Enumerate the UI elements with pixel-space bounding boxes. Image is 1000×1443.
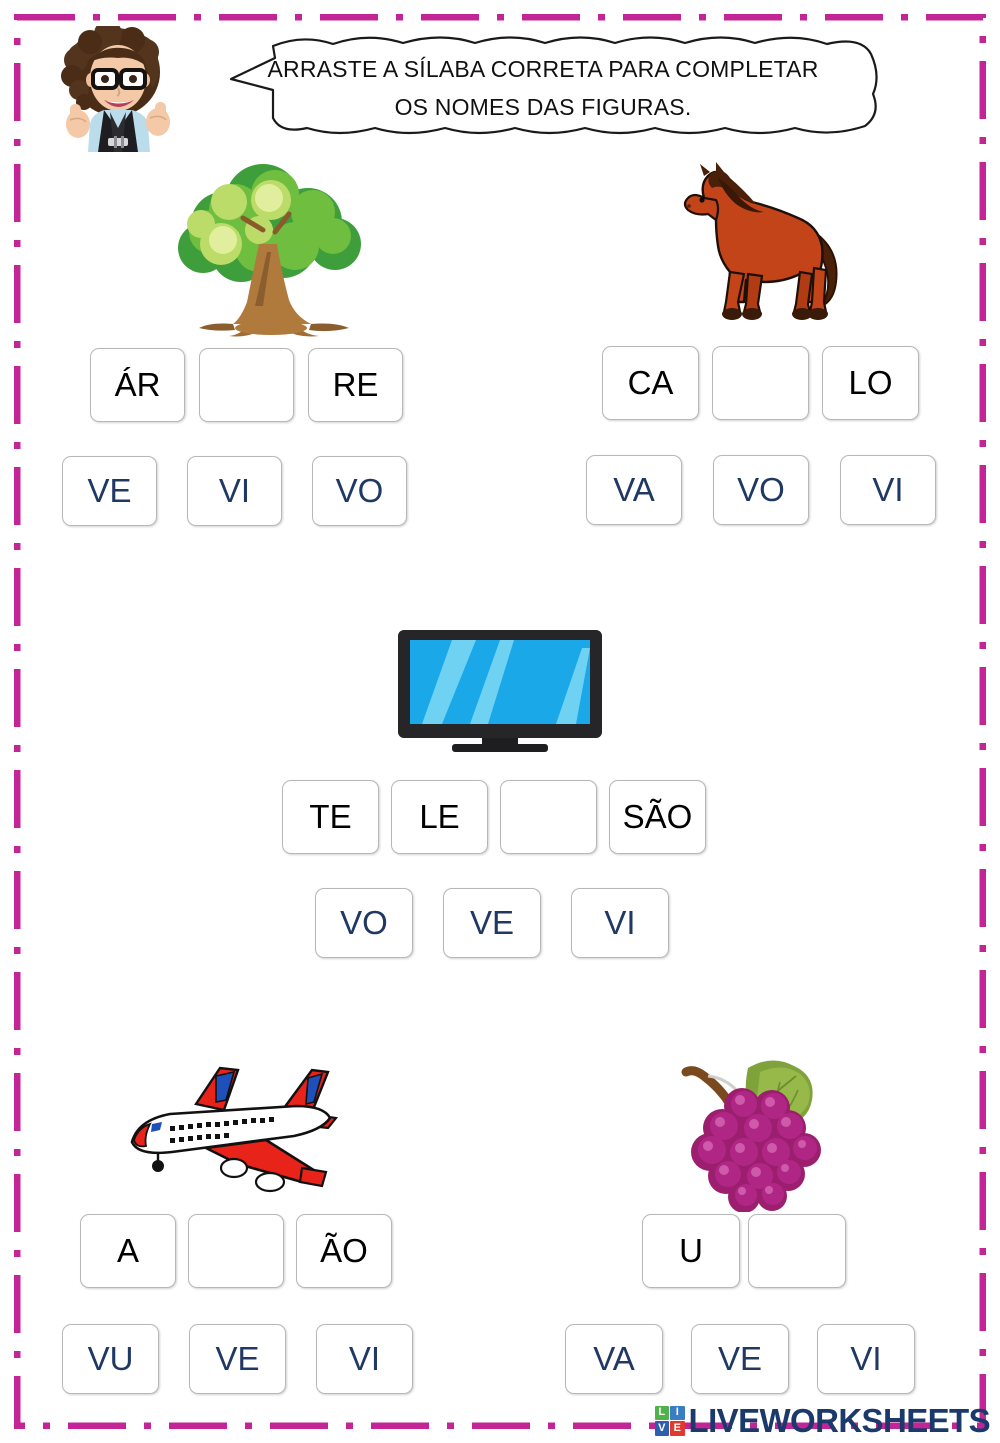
logo-letter-i: I	[670, 1405, 685, 1420]
horse-syllable-box-3: LO	[822, 346, 919, 420]
airplane-syllable-box-3: ÃO	[296, 1214, 392, 1288]
logo-letter-v: V	[654, 1421, 670, 1436]
tree-drop-slot[interactable]	[199, 348, 294, 422]
grapes-option-row: VA VE VI	[565, 1324, 915, 1394]
tree-syllable-box-1: ÁR	[90, 348, 185, 422]
airplane-syllable-box-1: A	[80, 1214, 176, 1288]
grapes-drop-slot[interactable]	[748, 1214, 846, 1288]
horse-word-row: CA LO	[602, 346, 919, 420]
television-syllable-box-1: TE	[282, 780, 379, 854]
television-drop-slot[interactable]	[500, 780, 597, 854]
instruction-text: ARRASTE A SÍLABA CORRETA PARA COMPLETAR …	[243, 50, 843, 126]
airplane-option-vu[interactable]: VU	[62, 1324, 159, 1394]
tree-option-vo[interactable]: VO	[312, 456, 407, 526]
tree-option-row: VE VI VO	[62, 456, 407, 526]
airplane-option-ve[interactable]: VE	[189, 1324, 286, 1394]
tree-image	[163, 152, 378, 337]
instruction-line-1: ARRASTE A SÍLABA CORRETA PARA COMPLETAR	[267, 56, 819, 82]
teacher-avatar	[46, 20, 186, 152]
grapes-syllable-box-1: U	[642, 1214, 740, 1288]
horse-image	[664, 162, 859, 327]
grapes-option-va[interactable]: VA	[565, 1324, 663, 1394]
grapes-option-vi[interactable]: VI	[817, 1324, 915, 1394]
grapes-word-row: U	[642, 1214, 846, 1288]
horse-option-vo[interactable]: VO	[713, 455, 809, 525]
television-syllable-box-2: LE	[391, 780, 488, 854]
television-option-vo[interactable]: VO	[315, 888, 413, 958]
instruction-speech-bubble: ARRASTE A SÍLABA CORRETA PARA COMPLETAR …	[203, 32, 888, 138]
liveworksheets-mark-icon: L I V E	[654, 1405, 685, 1436]
logo-letter-l: L	[654, 1405, 670, 1420]
television-option-vi[interactable]: VI	[571, 888, 669, 958]
television-option-ve[interactable]: VE	[443, 888, 541, 958]
tree-option-vi[interactable]: VI	[187, 456, 282, 526]
horse-option-va[interactable]: VA	[586, 455, 682, 525]
logo-letter-e: E	[670, 1421, 685, 1436]
horse-drop-slot[interactable]	[712, 346, 809, 420]
horse-option-vi[interactable]: VI	[840, 455, 936, 525]
tree-word-row: ÁR RE	[90, 348, 403, 422]
television-option-row: VO VE VI	[315, 888, 669, 958]
instruction-line-2: OS NOMES DAS FIGURAS.	[394, 94, 692, 120]
airplane-image	[116, 1056, 366, 1206]
television-image	[396, 628, 604, 753]
grapes-image	[664, 1052, 859, 1213]
airplane-option-vi[interactable]: VI	[316, 1324, 413, 1394]
tree-option-ve[interactable]: VE	[62, 456, 157, 526]
liveworksheets-brand-text: LIVEWORKSHEETS	[688, 1402, 991, 1439]
tree-syllable-box-3: RE	[308, 348, 403, 422]
grapes-option-ve[interactable]: VE	[691, 1324, 789, 1394]
television-word-row: TE LE SÃO	[282, 780, 706, 854]
airplane-option-row: VU VE VI	[62, 1324, 413, 1394]
worksheet-header: ARRASTE A SÍLABA CORRETA PARA COMPLETAR …	[38, 18, 878, 152]
worksheet-page: ARRASTE A SÍLABA CORRETA PARA COMPLETAR …	[0, 0, 1000, 1443]
television-syllable-box-4: SÃO	[609, 780, 706, 854]
horse-syllable-box-1: CA	[602, 346, 699, 420]
horse-option-row: VA VO VI	[586, 455, 936, 525]
airplane-word-row: A ÃO	[80, 1214, 392, 1288]
liveworksheets-logo[interactable]: L I V E LIVEWORKSHEETS	[654, 1402, 991, 1439]
airplane-drop-slot[interactable]	[188, 1214, 284, 1288]
